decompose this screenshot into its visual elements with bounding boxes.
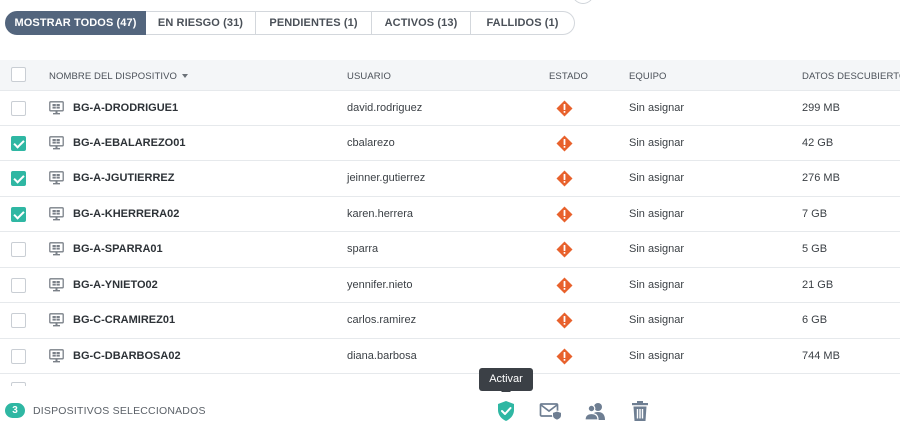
- table-row[interactable]: BG-A-EBALAREZO01 cbalarezo Sin asignar 42 G…: [0, 126, 900, 161]
- user-name: jeinner.gutierrez: [347, 172, 426, 184]
- team-value: Sin asignar: [629, 136, 685, 149]
- table-row-partial: [0, 374, 900, 386]
- assign-team-button[interactable]: [582, 398, 608, 424]
- team-value: Sin asignar: [629, 278, 685, 291]
- table-row[interactable]: BG-A-KHERRERA02 karen.herrera Sin asignar 7…: [0, 197, 900, 232]
- device-name[interactable]: BG-C-CRAMIREZ01: [73, 303, 175, 338]
- table-row[interactable]: BG-A-DRODRIGUE1 david.rodriguez Sin asigna…: [0, 90, 900, 126]
- warning-diamond-icon: [556, 348, 573, 364]
- team-value: Sin asignar: [629, 243, 685, 255]
- device-name[interactable]: BG-C-DBARBOSA02: [73, 339, 181, 374]
- top-control-partial: [572, 0, 594, 4]
- team-value: Sin asignar: [629, 349, 685, 362]
- column-header-user[interactable]: USUARIO: [347, 71, 391, 82]
- desktop-computer-icon: [49, 101, 64, 115]
- activate-button[interactable]: [493, 398, 519, 424]
- trash-icon: [632, 401, 648, 421]
- sort-desc-icon: [182, 74, 189, 79]
- warning-diamond-icon: [556, 241, 573, 258]
- warning-diamond-icon: [556, 100, 573, 117]
- discovered-data-value: 5 GB: [802, 243, 828, 255]
- discovered-data-value: 299 MB: [802, 102, 840, 114]
- desktop-computer-icon: [49, 206, 64, 220]
- table-row[interactable]: BG-C-DBARBOSA02 diana.barbosa Sin asignar 7…: [0, 339, 900, 374]
- email-protect-button[interactable]: [538, 398, 564, 424]
- device-name[interactable]: BG-A-DRODRIGUE1: [73, 91, 178, 126]
- user-name: sparra: [347, 243, 379, 255]
- desktop-computer-icon: [49, 313, 64, 327]
- row-checkbox[interactable]: [11, 382, 26, 386]
- user-name: carlos.ramirez: [347, 314, 417, 326]
- filter-at-risk[interactable]: EN RIESGO (31): [146, 11, 256, 35]
- warning-diamond-icon: [556, 206, 573, 222]
- user-name: diana.barbosa: [347, 349, 417, 362]
- row-checkbox[interactable]: [11, 242, 26, 257]
- column-header-device[interactable]: NOMBRE DEL DISPOSITIVO: [49, 71, 189, 82]
- row-checkbox[interactable]: [11, 135, 26, 151]
- user-name: david.rodriguez: [347, 102, 423, 114]
- selected-count-badge: 3: [5, 403, 25, 418]
- table-row[interactable]: BG-A-YNIETO02 yennifer.nieto Sin asignar 21…: [0, 268, 900, 303]
- select-all-checkbox[interactable]: [11, 67, 26, 82]
- table-row[interactable]: BG-C-CRAMIREZ01 carlos.ramirez Sin asignar…: [0, 303, 900, 339]
- desktop-computer-icon: [49, 171, 64, 185]
- table-row[interactable]: BG-A-JGUTIERREZ jeinner.gutierrez Sin asig…: [0, 161, 900, 197]
- device-name[interactable]: BG-A-JGUTIERREZ: [73, 161, 174, 196]
- discovered-data-value: 42 GB: [802, 136, 834, 149]
- devices-table: NOMBRE DEL DISPOSITIVO USUARIO ESTADO EQ…: [0, 60, 900, 386]
- shield-check-icon: [498, 401, 514, 421]
- users-icon: [584, 403, 605, 421]
- filter-tabs: MOSTRAR TODOS (47) EN RIESGO (31) PENDIE…: [5, 11, 575, 35]
- row-checkbox[interactable]: [11, 206, 26, 222]
- desktop-computer-icon: [49, 242, 64, 256]
- row-checkbox[interactable]: [11, 313, 26, 328]
- filter-pending[interactable]: PENDIENTES (1): [256, 11, 372, 35]
- row-checkbox[interactable]: [11, 348, 26, 364]
- device-name[interactable]: BG-A-EBALAREZO01: [73, 126, 185, 161]
- mail-shield-icon: [539, 403, 562, 421]
- row-checkbox[interactable]: [11, 171, 26, 186]
- discovered-data-value: 21 GB: [802, 278, 834, 291]
- delete-button[interactable]: [627, 398, 653, 424]
- column-header-team[interactable]: EQUIPO: [629, 71, 667, 82]
- column-header-data[interactable]: DATOS DESCUBIERTOS: [802, 71, 900, 82]
- discovered-data-value: 276 MB: [802, 172, 840, 184]
- user-name: yennifer.nieto: [347, 278, 413, 291]
- discovered-data-value: 7 GB: [802, 207, 828, 220]
- desktop-computer-icon: [49, 135, 64, 149]
- table-header: NOMBRE DEL DISPOSITIVO USUARIO ESTADO EQ…: [0, 60, 900, 90]
- activate-tooltip: Activar: [479, 368, 533, 396]
- team-value: Sin asignar: [629, 102, 685, 114]
- warning-diamond-icon: [556, 312, 573, 329]
- device-name[interactable]: BG-A-SPARRA01: [73, 232, 163, 267]
- warning-diamond-icon: [556, 170, 573, 187]
- column-header-device-label: NOMBRE DEL DISPOSITIVO: [49, 71, 178, 82]
- desktop-computer-icon: [49, 348, 64, 362]
- team-value: Sin asignar: [629, 314, 685, 326]
- filter-failed[interactable]: FALLIDOS (1): [471, 11, 575, 35]
- team-value: Sin asignar: [629, 172, 685, 184]
- warning-diamond-icon: [556, 277, 573, 293]
- row-checkbox[interactable]: [11, 277, 26, 293]
- column-header-status[interactable]: ESTADO: [549, 71, 588, 82]
- filter-active[interactable]: ACTIVOS (13): [372, 11, 471, 35]
- user-name: karen.herrera: [347, 207, 414, 220]
- discovered-data-value: 6 GB: [802, 314, 828, 326]
- device-name[interactable]: BG-A-YNIETO02: [73, 268, 158, 303]
- table-row[interactable]: BG-A-SPARRA01 sparra Sin asignar 5 GB: [0, 232, 900, 268]
- discovered-data-value: 744 MB: [802, 349, 840, 362]
- row-checkbox[interactable]: [11, 101, 26, 116]
- selection-action-bar: 3 DISPOSITIVOS SELECCIONADOS: [0, 392, 900, 431]
- team-value: Sin asignar: [629, 207, 685, 220]
- warning-diamond-icon: [556, 135, 573, 151]
- desktop-computer-icon: [49, 277, 64, 291]
- selected-devices-label: DISPOSITIVOS SELECCIONADOS: [33, 405, 206, 417]
- device-name[interactable]: BG-A-KHERRERA02: [73, 197, 179, 232]
- filter-show-all[interactable]: MOSTRAR TODOS (47): [5, 11, 146, 35]
- user-name: cbalarezo: [347, 136, 395, 149]
